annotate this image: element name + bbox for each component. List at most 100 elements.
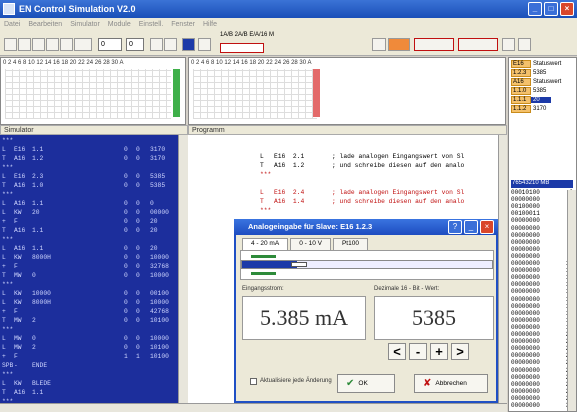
mb-row[interactable]: 500000000 [511, 225, 575, 232]
mb-row[interactable]: 2500000000 [511, 367, 575, 374]
new-file-icon[interactable] [4, 38, 17, 51]
ok-button[interactable]: ✔ OK [337, 374, 395, 393]
simulator-row[interactable]: *** [2, 191, 178, 199]
menu-hilfe[interactable]: Hilfe [203, 21, 217, 28]
stop-icon[interactable] [198, 38, 211, 51]
minimize-button[interactable]: _ [528, 2, 542, 16]
mb-row[interactable]: 3000000000 [511, 402, 575, 409]
simulator-row[interactable]: *** [2, 236, 178, 244]
program-line[interactable] [260, 180, 264, 187]
status-row[interactable]: A16 Statuswert [511, 78, 561, 86]
module-icon-a[interactable] [502, 38, 515, 51]
mb-row[interactable]: 400000000 [511, 217, 575, 224]
grid-icon[interactable] [150, 38, 163, 51]
mb-row[interactable]: 900000000 [511, 253, 575, 260]
mb-row[interactable]: 1500000000 [511, 296, 575, 303]
next-button[interactable]: > [451, 343, 469, 360]
mb-row[interactable]: 1600000000 [511, 303, 575, 310]
menu-bearbeiten[interactable]: Bearbeiten [28, 21, 62, 28]
simulator-row[interactable]: *** [2, 371, 178, 379]
simulator-row[interactable]: *** [2, 164, 178, 172]
open-folder-icon[interactable] [18, 38, 31, 51]
menu-simulator[interactable]: Simulator [70, 21, 100, 28]
simulator-row[interactable]: L MW 0 0 0 10000 [2, 335, 178, 343]
io-grid-left[interactable] [5, 69, 171, 119]
mb-row[interactable]: 1800000000 [511, 317, 575, 324]
dialog-help-button[interactable]: ? [448, 220, 462, 234]
io-selector[interactable] [220, 43, 264, 53]
mb-row[interactable]: 2200000000 [511, 345, 575, 352]
module-icon-b[interactable] [518, 38, 531, 51]
program-line[interactable]: *** [260, 171, 275, 178]
mb-row[interactable]: 2100000000 [511, 338, 575, 345]
menu-fenster[interactable]: Fenster [171, 21, 195, 28]
act-button[interactable] [74, 38, 92, 51]
dialog-close-button[interactable]: × [480, 220, 494, 234]
simulator-row[interactable]: L KW 20 0 0 00000 [2, 209, 178, 217]
mb-row[interactable]: 300100011 [511, 210, 575, 217]
save-icon[interactable] [32, 38, 45, 51]
paste-icon[interactable] [60, 38, 73, 51]
status-row[interactable]: E16 Statuswert [511, 60, 561, 68]
mb-row[interactable]: 600000000 [511, 232, 575, 239]
mb-row[interactable]: 2600000000 [511, 374, 575, 381]
level-track[interactable] [241, 260, 493, 269]
mb-row[interactable]: 1000000000 [511, 260, 575, 267]
program-line[interactable]: T A16 1.2 ; und schreibe diesen auf den a… [260, 162, 464, 169]
menu-module[interactable]: Module [108, 21, 131, 28]
mb-row[interactable]: 2000000000 [511, 331, 575, 338]
mb-row[interactable]: 2700000000 [511, 381, 575, 388]
run-icon[interactable] [182, 38, 195, 51]
simulator-row[interactable]: L E16 2.3 0 0 5385 [2, 173, 178, 181]
program-vscroll[interactable] [498, 135, 507, 404]
tab-pt100[interactable]: Pt100 [332, 238, 368, 250]
mb-row[interactable]: 700000000 [511, 239, 575, 246]
simulator-row[interactable]: T MW 2 0 0 10100 [2, 317, 178, 325]
mb-row[interactable]: 2400000000 [511, 359, 575, 366]
program-line[interactable]: L E16 2.4 ; lade analogen Eingangswert vo… [260, 189, 464, 196]
simulator-row[interactable]: L MW 2 0 0 10100 [2, 344, 178, 352]
module-select-1[interactable]: 0 [98, 38, 122, 51]
simulator-row[interactable]: T A16 1.1 [2, 389, 178, 397]
menu-datei[interactable]: Datei [4, 21, 20, 28]
status-row[interactable]: 1.1.0 5385 [511, 87, 551, 95]
module-strip-1[interactable] [414, 38, 454, 51]
cancel-button[interactable]: ✘ Abbrechen [414, 374, 488, 393]
mb-row[interactable]: 1400000000 [511, 288, 575, 295]
status-row[interactable]: 1.1.1 20 [511, 96, 551, 104]
mb-row[interactable]: 2900000000 [511, 395, 575, 402]
module-select-2[interactable]: 0 [126, 38, 144, 51]
simulator-list[interactable]: *** L E16 1.1 0 0 3170 T A16 1.2 0 0 3170 *** L E16 2.3 0… [0, 135, 178, 404]
simulator-row[interactable]: L KW 8000H 0 0 10000 [2, 254, 178, 262]
simulator-row[interactable]: *** [2, 137, 178, 145]
minus-button[interactable]: - [409, 343, 427, 360]
program-line[interactable]: L E16 2.1 ; lade analogen Eingangswert vo… [260, 153, 464, 160]
mb-row[interactable]: 1300000000 [511, 281, 575, 288]
io-icon[interactable] [372, 38, 386, 51]
simulator-row[interactable]: L KW 8000H 0 0 10000 [2, 299, 178, 307]
simulator-row[interactable]: L A16 1.1 0 0 20 [2, 245, 178, 253]
simulator-row[interactable]: T MW 0 0 0 10000 [2, 272, 178, 280]
mb-row[interactable]: 1700000000 [511, 310, 575, 317]
tab-4-20ma[interactable]: 4 - 20 mA [242, 238, 289, 250]
simulator-row[interactable]: L KW 10000 0 0 00100 [2, 290, 178, 298]
prev-button[interactable]: < [388, 343, 406, 360]
mb-row[interactable]: 1200000000 [511, 274, 575, 281]
mb-row[interactable]: 100000000 [511, 196, 575, 203]
simulator-row[interactable]: T A16 1.0 0 0 5385 [2, 182, 178, 190]
simulator-hscroll[interactable] [0, 403, 188, 412]
module-strip-2[interactable] [458, 38, 498, 51]
status-row[interactable]: 1.2.3 5385 [511, 69, 551, 77]
mb-row[interactable]: 800000000 [511, 246, 575, 253]
dialog-minimize-button[interactable]: _ [464, 220, 478, 234]
menu-einstell[interactable]: Einstell. [139, 21, 164, 28]
maximize-button[interactable]: □ [544, 2, 558, 16]
simulator-row[interactable]: + F 0 0 32768 [2, 263, 178, 271]
simulator-row[interactable]: L KW BLEDE [2, 380, 178, 388]
modules-red-button[interactable] [388, 38, 410, 51]
mb-scrollbar[interactable] [567, 190, 576, 411]
mb-row[interactable]: 000010100 [511, 189, 575, 196]
program-line[interactable]: *** [260, 207, 275, 214]
simulator-row[interactable]: *** [2, 326, 178, 334]
status-row[interactable]: 1.1.2 3170 [511, 105, 551, 113]
